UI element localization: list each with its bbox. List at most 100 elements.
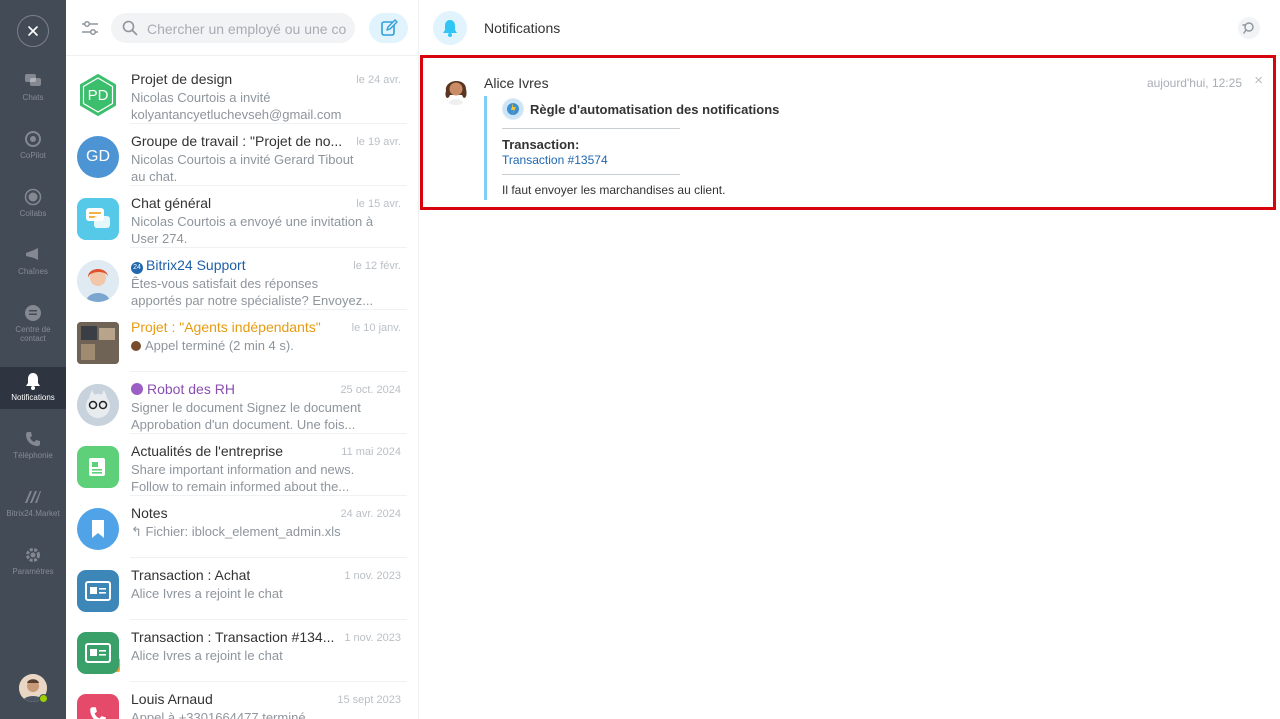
chat-avatar [77, 632, 119, 674]
chat-preview-2: apportés par notre spécialiste? Envoyez.… [131, 293, 374, 308]
compose-icon [380, 19, 398, 36]
robot-badge-icon [131, 383, 143, 395]
chat-date: 25 oct. 2024 [340, 384, 401, 396]
rail-label: Chats [22, 93, 44, 102]
rail-item-copilot[interactable]: CoPilot [0, 125, 66, 175]
nav-rail: Chats CoPilot Collabs Chaînes Centre de … [0, 0, 66, 719]
chat-item[interactable]: Notes 24 avr. 2024 ↰ Fichier: iblock_ele… [66, 496, 418, 558]
search-icon [122, 20, 138, 36]
rail-item-market[interactable]: Bitrix24.Market [0, 483, 66, 533]
collabs-icon [24, 188, 42, 206]
rail-label: Bitrix24.Market [6, 509, 60, 518]
chat-item[interactable]: GD Groupe de travail : "Projet de no... … [66, 124, 418, 186]
chat-preview-2: au chat. [131, 169, 178, 184]
gear-icon [26, 548, 40, 562]
chat-title: Projet : "Agents indépendants" [131, 319, 321, 335]
rail-item-parametres[interactable]: Paramètres [0, 541, 66, 591]
chat-item[interactable]: Transaction : Transaction #134... 1 nov.… [66, 620, 418, 682]
deal-card-icon [85, 581, 111, 601]
rail-label: Paramètres [12, 567, 54, 576]
notification-author[interactable]: Alice Ivres [484, 75, 549, 91]
divider [502, 128, 680, 129]
phone-icon [90, 707, 106, 719]
rail-item-collabs[interactable]: Collabs [0, 183, 66, 233]
chat-preview: ↰ Fichier: iblock_element_admin.xls [131, 524, 341, 539]
automation-rule-name: Règle d'automatisation des notifications [530, 102, 780, 117]
chat-preview: Appel terminé (2 min 4 s). [131, 338, 294, 353]
chat-item[interactable]: PD Projet de design le 24 avr. Nicolas C… [66, 62, 418, 124]
chat-preview: Appel à +3301664477 terminé. [131, 710, 310, 719]
bitrix24-badge-icon: 24 [131, 262, 143, 274]
chat-preview: Share important information and news. [131, 462, 355, 477]
rail-item-notifications[interactable]: Notifications [0, 367, 66, 409]
chat-avatar [77, 198, 119, 240]
copilot-icon [25, 131, 41, 147]
chat-date: 1 nov. 2023 [344, 632, 401, 644]
chat-title: Actualités de l'entreprise [131, 443, 284, 459]
chat-avatar [77, 694, 119, 719]
news-icon [89, 458, 105, 476]
general-chat-icon [86, 208, 110, 228]
chat-date: 1 nov. 2023 [344, 570, 401, 582]
divider [502, 174, 680, 175]
chat-preview-2: User 274. [131, 231, 188, 246]
chat-title: Chat général [131, 195, 212, 211]
chat-preview: Nicolas Courtois a invité [131, 90, 271, 105]
chat-date: le 10 janv. [351, 322, 401, 334]
chat-title: Robot des RH [131, 381, 235, 397]
chat-avatar [77, 260, 119, 302]
chat-item[interactable]: Louis Arnaud 15 sept 2023 Appel à +33016… [66, 682, 418, 719]
chat-item[interactable]: Actualités de l'entreprise 11 mai 2024 S… [66, 434, 418, 496]
online-status-dot [39, 694, 48, 703]
transaction-link[interactable]: Transaction #13574 [502, 153, 608, 167]
rail-item-contact-center[interactable]: Centre de contact [0, 299, 66, 359]
chat-item[interactable]: Chat général le 15 avr. Nicolas Courtois… [66, 186, 418, 248]
chat-title: Groupe de travail : "Projet de no... [131, 133, 343, 149]
chat-item[interactable]: Projet : "Agents indépendants" le 10 jan… [66, 310, 418, 673]
chat-item[interactable]: Transaction : Achat 1 nov. 2023 Alice Iv… [66, 558, 418, 620]
chat-preview: Alice Ivres a rejoint le chat [131, 586, 283, 601]
chat-date: 24 avr. 2024 [340, 508, 401, 520]
chat-title: Projet de design [131, 71, 233, 87]
chat-item[interactable]: Robot des RH 25 oct. 2024 Signer le docu… [66, 372, 418, 434]
delete-notification-button[interactable]: × [1254, 72, 1263, 89]
rail-item-telephonie[interactable]: Téléphonie [0, 425, 66, 475]
new-chat-button[interactable] [369, 13, 408, 43]
chat-title: Transaction : Achat [131, 567, 251, 583]
bookmark-icon [92, 520, 104, 538]
notification-message: Il faut envoyer les marchandises au clie… [502, 183, 726, 197]
bell-icon [26, 373, 40, 390]
notification-card: Alice Ivres aujourd'hui, 12:25 × Règle d… [420, 55, 1276, 210]
notification-time: aujourd'hui, 12:25 [1146, 76, 1242, 90]
chat-list-panel: Chercher un employé ou une conve PD Proj… [66, 0, 419, 719]
chat-date: le 15 avr. [356, 198, 401, 210]
rail-label: Centre de contact [15, 325, 51, 343]
notifications-header: Notifications [420, 0, 1280, 56]
chat-preview: Nicolas Courtois a invité Gerard Tibout [131, 152, 354, 167]
automation-rule-icon [502, 98, 524, 120]
phone-icon [26, 432, 40, 446]
chat-avatar [77, 322, 119, 364]
filter-icon[interactable] [80, 18, 100, 38]
chat-preview-2: Follow to remain informed about the... [131, 479, 350, 494]
rail-label: Chaînes [18, 267, 48, 276]
chat-avatar [77, 570, 119, 612]
deal-card-icon [85, 643, 111, 663]
search-input[interactable]: Chercher un employé ou une conve [111, 13, 355, 43]
caller-avatar-icon [131, 341, 141, 351]
chat-preview-2: Approbation d'un document. Une fois... [131, 417, 356, 432]
chat-title: Louis Arnaud [131, 691, 213, 707]
rail-label: Notifications [11, 393, 55, 402]
chat-item[interactable]: 24 Bitrix24 Support le 12 févr. Êtes-vous… [66, 248, 418, 310]
search-notifications-button[interactable] [1238, 17, 1260, 39]
transaction-label: Transaction: [502, 137, 580, 152]
rail-label: Collabs [19, 209, 47, 218]
rail-item-chats[interactable]: Chats [0, 67, 66, 117]
chat-title: Transaction : Transaction #134... [131, 629, 335, 645]
chat-list-header: Chercher un employé ou une conve [66, 0, 418, 56]
author-avatar[interactable] [440, 73, 472, 105]
close-messenger-button[interactable] [17, 15, 49, 47]
chat-avatar [77, 384, 119, 426]
notifications-avatar [433, 11, 467, 45]
rail-item-chaines[interactable]: Chaînes [0, 241, 66, 291]
